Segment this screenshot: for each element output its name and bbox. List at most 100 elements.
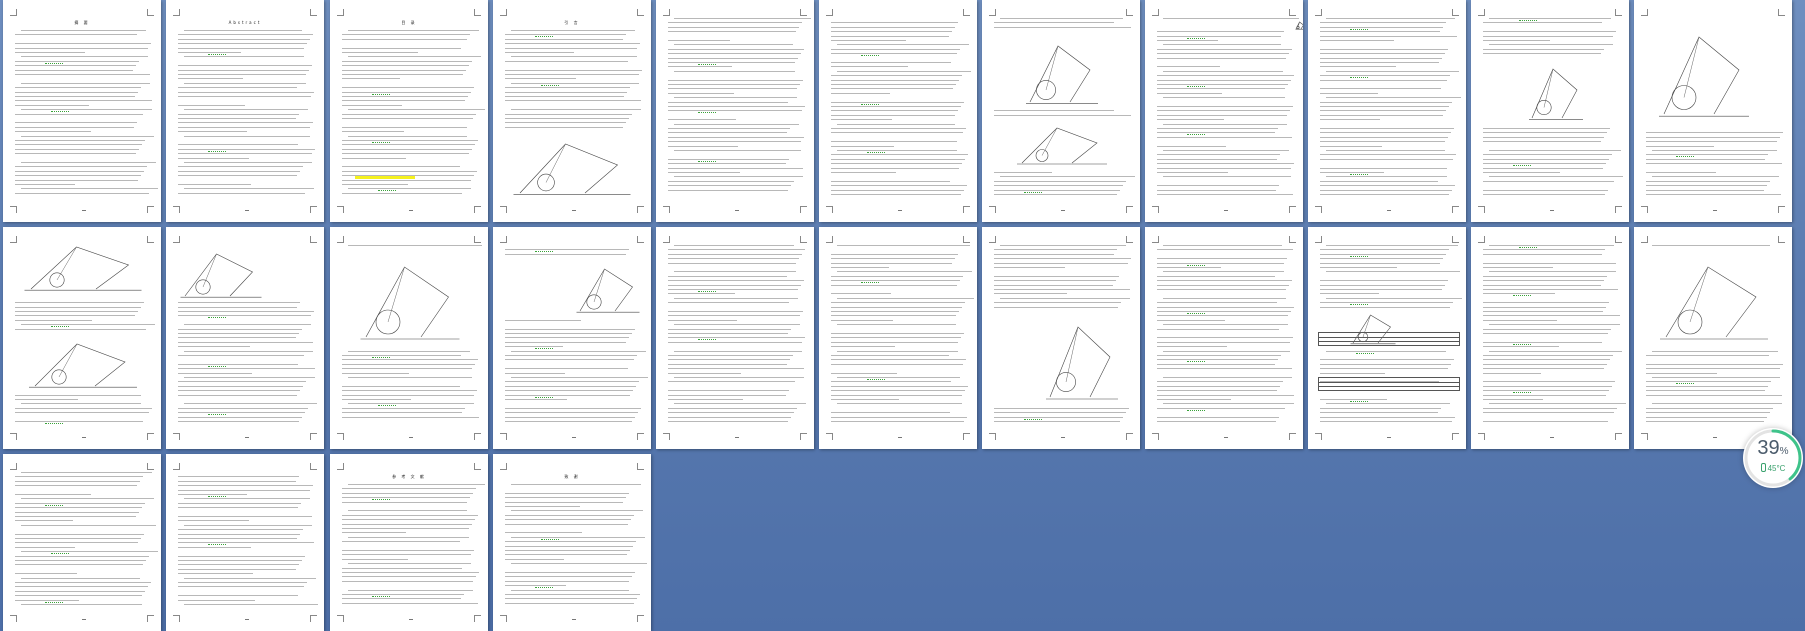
text-line <box>1000 18 1123 19</box>
text-line <box>1157 328 1279 330</box>
crop-mark <box>1641 9 1648 16</box>
text-line <box>994 284 1113 286</box>
text-line <box>178 582 307 583</box>
text-line <box>505 541 636 543</box>
text-line <box>1157 79 1291 81</box>
zoom-indicator[interactable]: 39% 45°C <box>1743 428 1803 488</box>
text-line <box>15 100 152 102</box>
page-thumbnail[interactable] <box>656 0 814 222</box>
text-line <box>184 324 311 326</box>
page-thumbnail[interactable] <box>1145 0 1303 222</box>
page-thumbnail[interactable]: Abstract <box>166 0 324 222</box>
text-line <box>831 154 968 156</box>
page-thumbnail[interactable]: 致 谢 <box>493 454 651 631</box>
page-thumbnail[interactable] <box>1308 0 1466 222</box>
spellcheck-underline <box>372 594 390 597</box>
text-line <box>668 333 788 334</box>
spellcheck-underline <box>1513 390 1531 394</box>
text-line <box>1483 180 1614 182</box>
page-number-mark <box>572 619 576 620</box>
text-line <box>342 153 469 155</box>
page-thumbnail[interactable]: 目 录 <box>330 0 488 222</box>
text-line <box>511 536 645 538</box>
page-thumbnail[interactable]: 参 考 文 献 <box>330 454 488 631</box>
text-line <box>342 100 465 102</box>
text-line <box>1646 372 1717 374</box>
page-thumbnail[interactable] <box>1471 227 1629 449</box>
page-thumbnail[interactable] <box>982 0 1140 222</box>
page-thumbnail[interactable] <box>166 227 324 449</box>
text-line <box>15 485 137 487</box>
text-line <box>348 350 470 352</box>
crop-mark <box>963 236 970 243</box>
text-line <box>1483 172 1560 173</box>
page-thumbnail[interactable] <box>3 454 161 631</box>
text-line <box>668 31 796 33</box>
text-line <box>178 568 296 570</box>
text-line <box>994 407 1129 409</box>
text-line <box>1483 163 1606 165</box>
text-line <box>1320 289 1442 290</box>
page-thumbnail[interactable] <box>656 227 814 449</box>
text-line <box>1326 150 1445 151</box>
text-line <box>831 306 962 308</box>
text-line <box>1489 245 1614 246</box>
text-line <box>668 390 789 392</box>
text-line <box>1646 132 1783 134</box>
crop-mark <box>474 9 481 16</box>
text-line <box>15 582 151 583</box>
spellcheck-underline <box>208 52 226 55</box>
page-thumbnail[interactable] <box>1471 0 1629 222</box>
text-line <box>15 175 141 177</box>
text-line <box>1157 381 1283 383</box>
text-line <box>178 104 245 106</box>
page-thumbnail[interactable] <box>493 227 651 449</box>
spellcheck-underline <box>208 494 226 497</box>
page-thumbnail[interactable] <box>330 227 488 449</box>
text-line <box>505 43 640 45</box>
text-line <box>178 555 305 557</box>
text-line <box>348 589 473 591</box>
crop-mark <box>637 615 644 622</box>
text-line <box>342 363 475 365</box>
text-line <box>1483 407 1617 409</box>
page-thumbnail[interactable] <box>1145 227 1303 449</box>
page-title: 致 谢 <box>564 474 580 479</box>
figure-drawing <box>513 143 631 195</box>
text-line <box>994 293 1067 295</box>
text-line <box>184 162 312 163</box>
text-line <box>668 381 795 383</box>
page-thumbnail[interactable] <box>166 454 324 631</box>
page-thumbnail[interactable] <box>819 0 977 222</box>
text-line <box>505 576 632 578</box>
text-line <box>1646 368 1780 370</box>
page-thumbnail[interactable]: 引 言 <box>493 0 651 222</box>
page-thumbnail[interactable] <box>1634 227 1792 449</box>
text-line <box>668 48 804 50</box>
text-line <box>1483 253 1602 255</box>
page-thumbnail[interactable] <box>1308 227 1466 449</box>
text-line <box>668 368 804 370</box>
text-line <box>505 38 623 40</box>
text-line <box>831 31 952 33</box>
text-line <box>1320 48 1448 50</box>
crop-mark <box>310 433 317 440</box>
text-line <box>994 267 1065 268</box>
text-line <box>994 262 1128 264</box>
page-thumbnail[interactable] <box>819 227 977 449</box>
text-line <box>674 176 803 178</box>
crop-mark <box>1615 9 1622 16</box>
figure-drawing <box>180 253 262 298</box>
text-line <box>1320 119 1380 121</box>
page-thumbnail[interactable] <box>1634 0 1792 222</box>
text-line <box>505 399 567 400</box>
page-thumbnail[interactable]: 摘 要 <box>3 0 161 222</box>
text-line <box>831 333 964 334</box>
page-thumbnail[interactable] <box>3 227 161 449</box>
text-line <box>505 346 563 348</box>
text-line <box>994 421 1120 422</box>
text-line <box>994 26 1131 28</box>
page-thumbnail[interactable] <box>982 227 1140 449</box>
text-line <box>15 480 140 482</box>
text-line <box>178 170 300 172</box>
